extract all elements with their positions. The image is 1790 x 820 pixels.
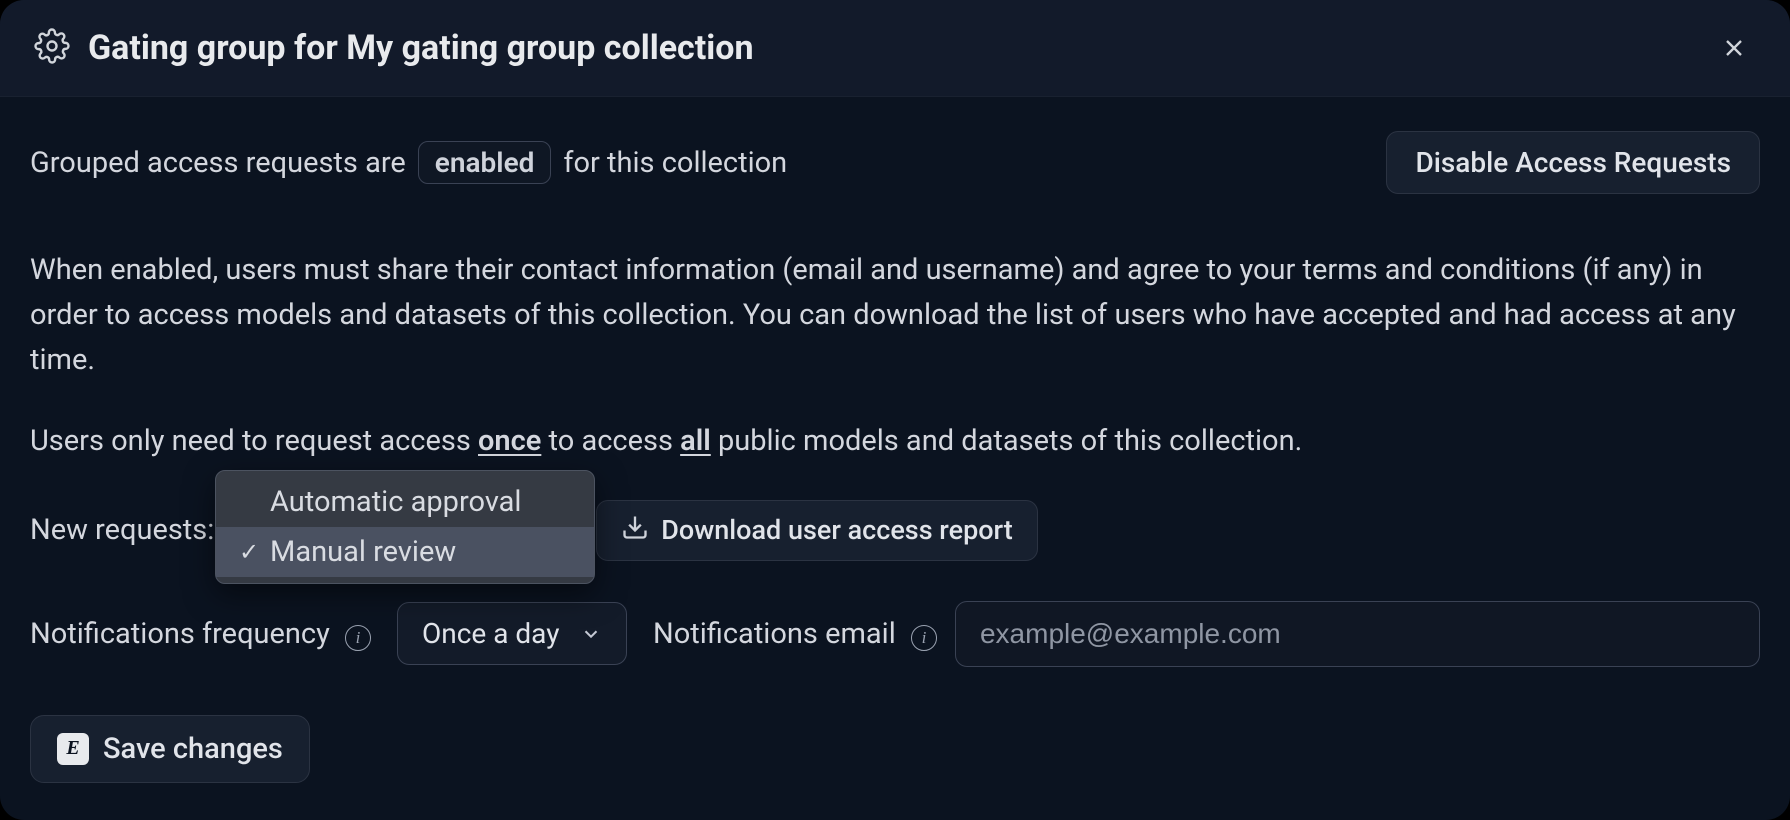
notifications-frequency-select[interactable]: Once a day [397,602,627,665]
chevron-down-icon [580,623,602,645]
dropdown-option-automatic-approval[interactable]: ✓ Automatic approval [216,477,594,527]
modal-title: Gating group for My gating group collect… [88,28,754,68]
check-icon: ✓ [238,538,260,566]
desc2-underline-all: all [680,424,711,458]
option-manual-label: Manual review [270,535,456,569]
desc2-part2: to access [541,424,680,458]
gating-group-modal: Gating group for My gating group collect… [0,0,1790,820]
enabled-badge: enabled [418,141,552,184]
description-paragraph-2: Users only need to request access once t… [30,419,1750,464]
info-icon[interactable]: i [345,625,371,651]
notif-freq-text: Notifications frequency [30,617,330,651]
notifications-row: Notifications frequency i Once a day Not… [30,601,1760,667]
settings-gear-icon [34,28,70,68]
disable-access-requests-label: Disable Access Requests [1415,146,1731,179]
close-button[interactable] [1712,26,1756,70]
desc2-underline-once: once [478,424,541,458]
new-requests-dropdown: ✓ Automatic approval ✓ Manual review [215,470,595,584]
download-icon [621,513,649,548]
modal-title-wrap: Gating group for My gating group collect… [34,28,754,68]
option-automatic-label: Automatic approval [270,485,521,519]
notif-freq-value: Once a day [422,617,559,650]
modal-header: Gating group for My gating group collect… [0,0,1790,97]
notifications-email-input[interactable] [955,601,1760,667]
desc2-part1: Users only need to request access [30,424,478,458]
download-report-label: Download user access report [661,514,1012,546]
dropdown-option-manual-review[interactable]: ✓ Manual review [216,527,594,577]
notifications-frequency-label: Notifications frequency i [30,617,371,651]
status-text: Grouped access requests are enabled for … [30,141,787,184]
info-icon[interactable]: i [911,625,937,651]
status-suffix: for this collection [563,146,787,180]
notif-email-text: Notifications email [653,617,896,651]
modal-body: Grouped access requests are enabled for … [0,97,1790,817]
notifications-email-group: Notifications email i [653,601,1760,667]
new-requests-label: New requests: [30,513,214,547]
status-row: Grouped access requests are enabled for … [30,131,1760,194]
save-changes-button[interactable]: E Save changes [30,715,310,783]
notifications-email-label: Notifications email i [653,617,937,651]
status-prefix: Grouped access requests are [30,146,406,180]
disable-access-requests-button[interactable]: Disable Access Requests [1386,131,1760,194]
save-icon: E [57,733,89,765]
download-user-access-report-button[interactable]: Download user access report [596,500,1037,561]
save-changes-label: Save changes [103,732,283,766]
desc2-part3: public models and datasets of this colle… [711,424,1302,458]
description-paragraph-1: When enabled, users must share their con… [30,248,1750,383]
